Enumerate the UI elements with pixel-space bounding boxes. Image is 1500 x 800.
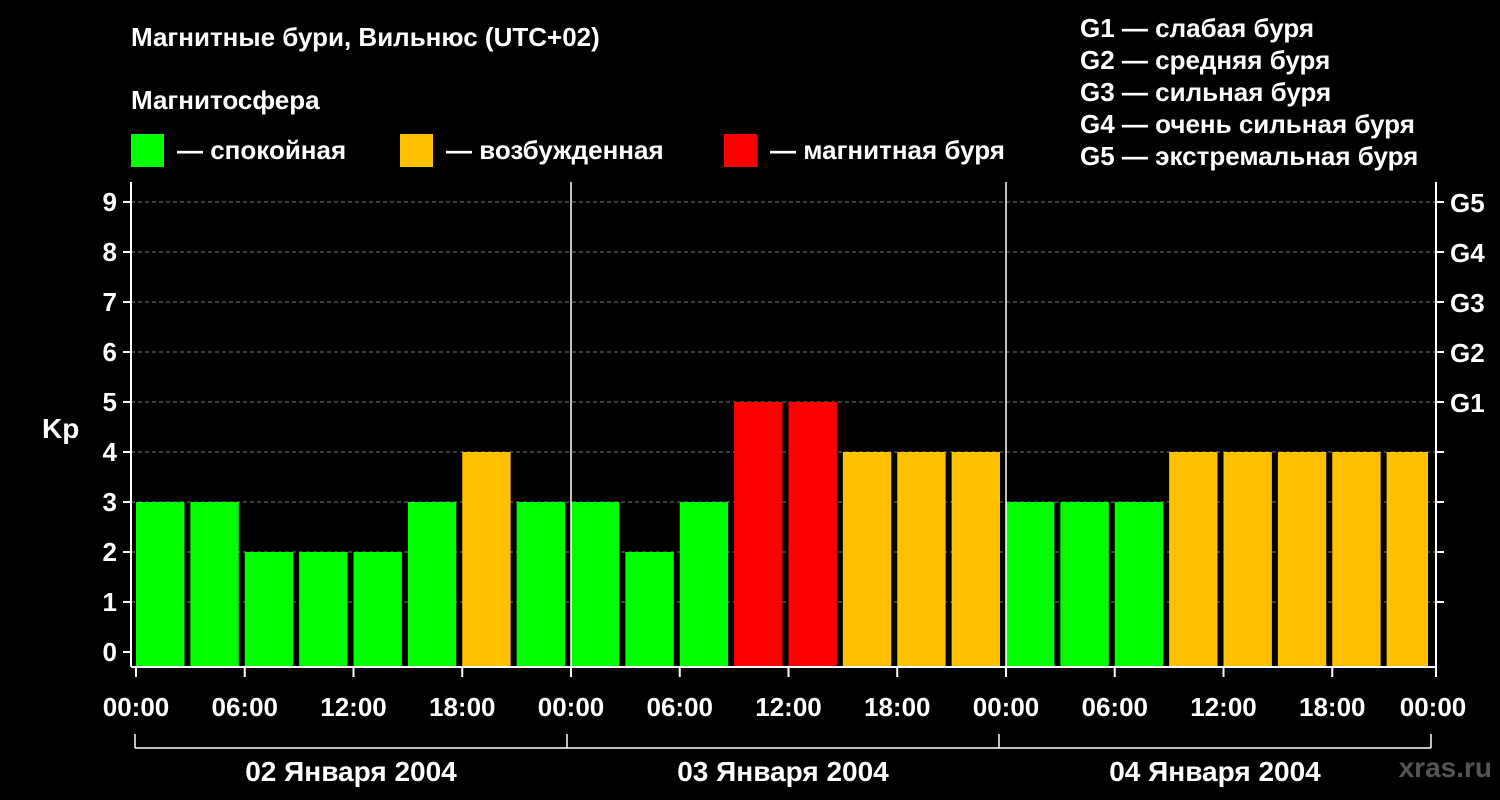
x-tick-label: 00:00 <box>103 692 170 722</box>
y-tick-label: 1 <box>103 587 117 617</box>
g-scale-label: G3 <box>1450 288 1485 318</box>
kp-bar <box>1277 452 1327 667</box>
y-tick-label: 0 <box>103 637 117 667</box>
kp-bar <box>1169 452 1218 667</box>
x-tick-label: 12:00 <box>755 692 822 722</box>
kp-bar <box>190 502 239 667</box>
kp-bar <box>571 502 620 667</box>
g-scale-label: G4 <box>1450 238 1485 268</box>
kp-bar <box>679 502 729 667</box>
kp-bar <box>951 452 1000 667</box>
kp-bar <box>1006 502 1055 667</box>
y-tick-label: 2 <box>103 537 117 567</box>
day-label: 02 Января 2004 <box>245 756 457 787</box>
day-label: 03 Января 2004 <box>677 756 889 787</box>
day-label: 04 Января 2004 <box>1109 756 1321 787</box>
g-scale-label: G5 <box>1450 188 1485 218</box>
kp-bar <box>1060 502 1109 667</box>
kp-bar <box>1386 452 1428 667</box>
y-tick-label: 4 <box>103 437 118 467</box>
g-scale-label: G1 <box>1450 388 1485 418</box>
y-tick-label: 5 <box>103 387 117 417</box>
kp-bar <box>516 502 565 667</box>
x-tick-label: 00:00 <box>538 692 605 722</box>
x-tick-label: 06:00 <box>1082 692 1149 722</box>
kp-bar <box>462 452 511 667</box>
x-tick-label: 18:00 <box>1299 692 1366 722</box>
x-tick-label: 00:00 <box>973 692 1040 722</box>
x-tick-label: 12:00 <box>1190 692 1257 722</box>
x-tick-label: 00:00 <box>1400 692 1467 722</box>
y-tick-label: 6 <box>103 337 117 367</box>
watermark: xras.ru <box>1398 752 1492 783</box>
y-axis-label: Kp <box>42 413 79 444</box>
x-tick-label: 06:00 <box>212 692 279 722</box>
kp-bar <box>353 552 402 667</box>
x-tick-label: 12:00 <box>320 692 387 722</box>
kp-chart: 0 1 2 3 4 5 6 7 8 9 G1 G2 G3 G4 G5 Kp 00:00 06:00 12:00 18:… <box>42 182 1485 787</box>
kp-bar <box>407 502 457 667</box>
x-tick-label: 06:00 <box>647 692 714 722</box>
y-tick-label: 3 <box>103 487 117 517</box>
kp-bar <box>788 402 837 667</box>
y-tick-label: 7 <box>103 287 117 317</box>
kp-bar <box>897 452 946 667</box>
kp-bar <box>1332 452 1381 667</box>
kp-bar <box>244 552 294 667</box>
kp-bar <box>299 552 348 667</box>
kp-bar <box>734 402 783 667</box>
x-tick-label: 18:00 <box>429 692 496 722</box>
kp-bar <box>625 552 674 667</box>
kp-bar <box>136 502 185 667</box>
kp-bar <box>1114 502 1164 667</box>
kp-bar <box>842 452 892 667</box>
g-scale-label: G2 <box>1450 338 1485 368</box>
kp-bar <box>1223 452 1272 667</box>
x-tick-label: 18:00 <box>864 692 931 722</box>
y-tick-label: 9 <box>103 187 117 217</box>
y-tick-label: 8 <box>103 237 117 267</box>
